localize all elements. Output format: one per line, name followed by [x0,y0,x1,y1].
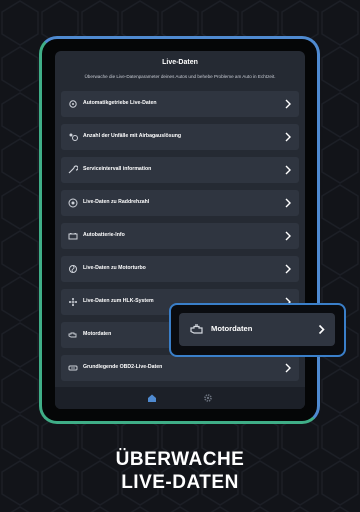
engine-icon [68,332,77,338]
chevron-right-icon [285,132,291,142]
list-item-label: Live-Daten zum HLK-System [83,298,154,304]
battery-icon [68,233,78,240]
obd-icon [68,365,78,371]
list-item-label: Grundlegende OBD2-Live-Daten [83,364,163,370]
chevron-right-icon [285,264,291,274]
list-item-label: Autobatterie-Info [83,232,125,238]
list-item-airbag[interactable]: Anzahl der Unfälle mit Airbagauslösung [61,124,299,150]
promo-caption: ÜBERWACHE LIVE-DATEN [0,448,360,494]
caption-line-1: ÜBERWACHE [115,449,245,470]
highlight-callout: Motordaten [169,303,346,357]
airbag-icon [69,133,78,141]
list-item-gearbox[interactable]: Automatikgetriebe Live-Daten [61,91,299,117]
bottom-nav [55,387,305,409]
chevron-right-icon [285,198,291,208]
gear-icon[interactable] [203,393,213,403]
list-item-label: Motordaten [83,331,112,337]
list-item-service[interactable]: Serviceintervall information [61,157,299,183]
engine-icon [190,324,203,334]
tablet-frame: Live-Daten Überwache die Live-Datenparam… [39,36,320,424]
fan-icon [69,298,77,306]
highlighted-item-label: Motordaten [211,324,253,333]
list-item-turbo[interactable]: Live-Daten zu Motorturbo [61,256,299,282]
service-icon [68,165,78,174]
list-item-battery[interactable]: Autobatterie-Info [61,223,299,249]
list-item-obd2[interactable]: Grundlegende OBD2-Live-Daten [61,355,299,381]
gearbox-icon [69,100,77,108]
list-item-label: Live-Daten zu Motorturbo [83,265,146,271]
chevron-right-icon [285,231,291,241]
list-item-wheel-speed[interactable]: Live-Daten zu Raddrehzahl [61,190,299,216]
list-item-label: Serviceintervall information [83,166,152,172]
home-icon[interactable] [147,393,157,403]
highlighted-item-engine[interactable]: Motordaten [179,313,335,346]
list-item-label: Anzahl der Unfälle mit Airbagauslösung [83,133,182,139]
wheel-icon [68,198,78,208]
chevron-right-icon [285,99,291,109]
caption-line-2: LIVE-DATEN [121,472,239,493]
chevron-right-icon [285,363,291,373]
chevron-right-icon [318,324,325,335]
chevron-right-icon [285,165,291,175]
turbo-icon [69,265,77,273]
list-item-label: Live-Daten zu Raddrehzahl [83,199,150,205]
list-item-label: Automatikgetriebe Live-Daten [83,100,157,106]
